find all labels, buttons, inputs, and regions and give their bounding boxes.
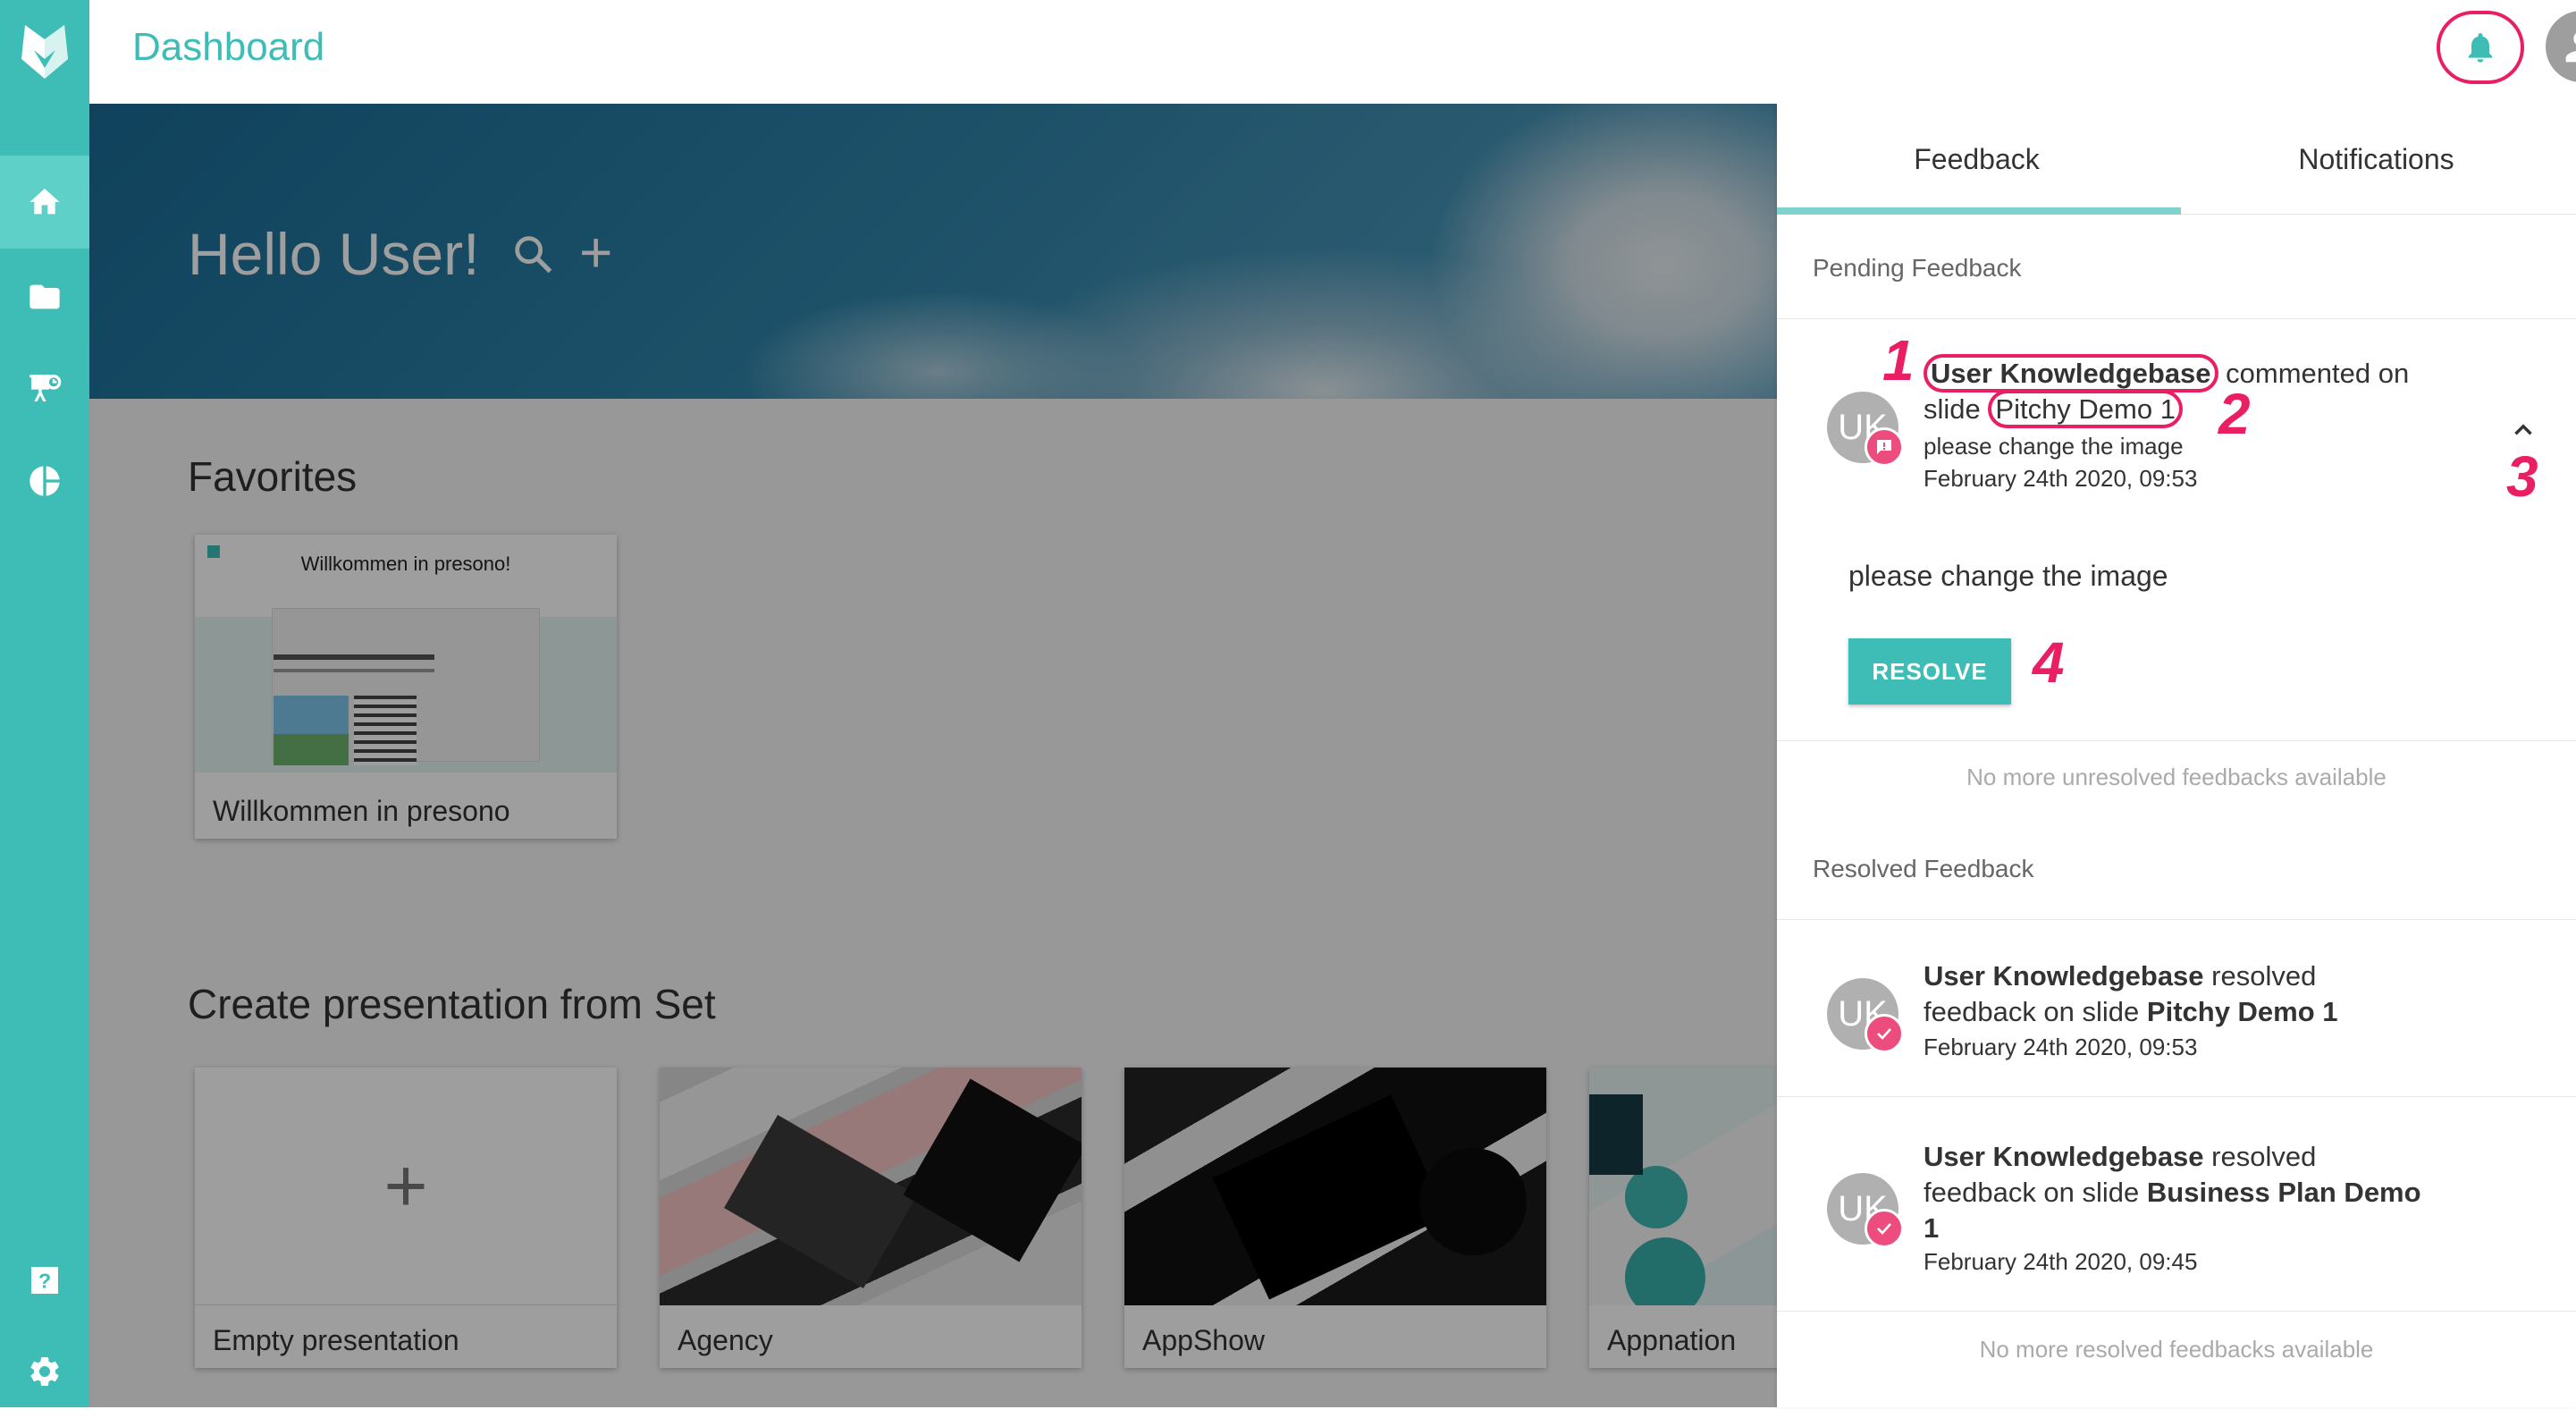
folder-icon	[29, 284, 60, 309]
annotation-2: 2	[2218, 382, 2251, 446]
feedback-panel: Feedback Notifications Pending Feedback …	[1777, 104, 2576, 1407]
sidebar-item-analytics[interactable]	[0, 435, 89, 528]
svg-text:?: ?	[38, 1269, 51, 1292]
pending-comment-detail: please change the image	[1848, 560, 2168, 592]
pie-chart-icon	[29, 466, 60, 496]
home-icon	[29, 189, 60, 215]
tab-feedback[interactable]: Feedback	[1777, 104, 2176, 215]
sidebar-item-settings[interactable]	[0, 1325, 89, 1418]
pending-comment-preview: please change the image	[1924, 433, 2184, 460]
pending-feedback-text: User Knowledgebase commented on slide Pi…	[1924, 354, 2424, 428]
panel-tabs: Feedback Notifications	[1777, 104, 2576, 215]
resolved-date: February 24th 2020, 09:45	[1924, 1248, 2198, 1275]
pending-date: February 24th 2020, 09:53	[1924, 465, 2198, 492]
annotated-user-name[interactable]: User Knowledgebase	[1924, 354, 2218, 392]
sidebar-item-folders[interactable]	[0, 250, 89, 343]
resolve-button[interactable]: RESOLVE	[1848, 638, 2011, 705]
chevron-up-icon[interactable]	[2508, 415, 2538, 445]
tab-notifications[interactable]: Notifications	[2176, 104, 2576, 215]
annotation-3: 3	[2506, 444, 2538, 509]
pending-feedback-header: Pending Feedback	[1813, 254, 2022, 282]
help-icon: ?	[31, 1267, 58, 1294]
top-bar: Dashboard	[89, 0, 2576, 104]
no-unresolved-note: No more unresolved feedbacks available	[1966, 764, 2387, 790]
active-tab-indicator	[1777, 207, 2181, 215]
resolved-date: February 24th 2020, 09:53	[1924, 1034, 2198, 1060]
fox-logo-icon	[21, 25, 68, 79]
dim-overlay[interactable]	[89, 104, 1777, 1407]
check-icon	[1877, 1223, 1891, 1235]
sidebar-item-presentations[interactable]	[0, 342, 89, 435]
bell-icon	[2468, 33, 2493, 63]
gear-icon	[30, 1357, 59, 1386]
sidebar-item-home[interactable]	[0, 156, 89, 249]
divider	[1777, 740, 2576, 741]
user-icon	[2565, 33, 2576, 63]
divider	[1777, 1096, 2576, 1097]
main-content: Hello User! + Favorites Willkommen in pr…	[89, 104, 1777, 1407]
resolved-badge	[1865, 1014, 1904, 1053]
sidebar-item-help[interactable]: ?	[0, 1234, 89, 1327]
comment-badge	[1865, 427, 1904, 467]
notifications-button[interactable]	[2437, 11, 2524, 84]
resolved-feedback-header: Resolved Feedback	[1813, 855, 2034, 882]
sidebar: ?	[0, 0, 89, 1407]
comment-icon	[1877, 440, 1891, 454]
resolved-feedback-text: User Knowledgebase resolved feedback on …	[1924, 960, 2338, 1027]
divider	[1777, 1311, 2576, 1312]
check-icon	[1877, 1028, 1891, 1040]
logo[interactable]	[0, 0, 89, 104]
annotated-slide-name[interactable]: Pitchy Demo 1	[1988, 390, 2183, 428]
annotation-4: 4	[2033, 630, 2065, 695]
divider	[1777, 919, 2576, 920]
no-resolved-note: No more resolved feedbacks available	[1979, 1336, 2374, 1363]
presentation-icon	[29, 375, 62, 401]
user-avatar-button[interactable]	[2546, 11, 2576, 82]
resolved-feedback-text: User Knowledgebase resolved feedback on …	[1924, 1141, 2421, 1244]
resolved-badge	[1865, 1209, 1904, 1248]
page-title: Dashboard	[132, 25, 325, 69]
annotation-1: 1	[1882, 328, 1915, 392]
divider	[1777, 318, 2576, 319]
